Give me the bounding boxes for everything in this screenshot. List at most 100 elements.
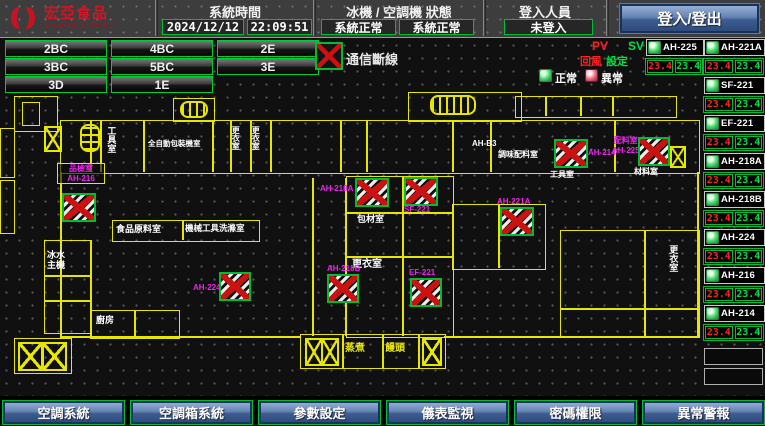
equip-ah-216[interactable]: AH-216 [704,267,765,284]
nav-button-param-setting[interactable]: 參數設定 [258,400,381,425]
room-label: 冰水主機 [47,250,69,271]
wall-segment [134,310,136,337]
unit-icon-ah-218a[interactable] [355,178,389,207]
hatch-x-icon [18,342,43,371]
equip-ef-221-values: 23.4 23.4 [703,134,764,151]
room-label: 工具室 [550,170,574,179]
ahu-status-value: 系統正常 [399,19,474,35]
equip-ah-218a[interactable]: AH-218A [704,153,765,170]
room-label: 更衣室 [251,126,260,166]
login-status-value: 未登入 [504,19,593,35]
equip-name: AH-221A [721,42,762,53]
hatch-x-icon [321,338,339,366]
status-lamp-icon [706,193,719,206]
floor-button-3e[interactable]: 3E [217,58,319,75]
room-label: 更衣室 [668,245,678,289]
nav-button-password-auth[interactable]: 密碼權限 [514,400,637,425]
wall-segment [143,120,145,172]
nav-button-alarm[interactable]: 異常警報 [642,400,765,425]
wall-segment [212,120,214,172]
unit-label-ah-218a: AH-218A [320,184,353,194]
room-label: 全自動包裝機室 [148,140,201,149]
room-label: 包材室 [357,214,384,224]
unit-icon-ef-221[interactable] [410,278,442,307]
floor-button-3d[interactable]: 3D [5,76,107,93]
unit-icon-ah-221a[interactable] [500,207,534,236]
status-lamp-icon [706,269,719,282]
equip-ah-214[interactable]: AH-214 [704,305,765,322]
logo-title: 宏亞食品 [44,6,117,21]
equip-name: AH-218A [721,156,762,167]
room-label: 食品原料室 [116,224,161,234]
sv-value: 23.4 [735,60,763,73]
equip-ah-221a[interactable]: AH-221A [704,39,765,56]
nav-button-ahu-system[interactable]: 空調箱系統 [130,400,253,425]
header-divider [313,0,314,36]
pv-value: 23.4 [705,60,733,73]
room-label: 蒸煮 [345,343,365,355]
nav-button-meter-monitor[interactable]: 儀表監視 [386,400,509,425]
unit-label-ah-218b: AH-218B [327,264,360,274]
unit-icon-ah-214[interactable] [554,139,588,168]
unit-icon-ah-216[interactable] [62,193,96,222]
normal-lamp-icon [539,69,552,82]
wall-segment [545,96,547,116]
pv-label: PV [592,39,608,53]
sv-value: 23.4 [735,98,763,111]
stairs-icon [180,101,208,118]
equip-ah-224[interactable]: AH-224 [704,229,765,246]
header-divider [483,0,484,36]
sv-value: 23.4 [735,326,763,339]
setpoint-label: 設定 [606,53,628,69]
hunya-logo-icon [8,4,38,32]
return-air-label: 回風 [580,53,602,69]
nav-button-ac-system[interactable]: 空調系統 [2,400,125,425]
empty-slot [704,368,763,385]
sv-label: SV [628,39,644,53]
room-label: 更衣室 [231,126,240,166]
floor-button-3bc[interactable]: 3BC [5,58,107,75]
equip-ah-224-values: 23.4 23.4 [703,248,764,265]
equip-ah-218b[interactable]: AH-218B [704,191,765,208]
pv-value: 23.4 [705,288,733,301]
floor-button-4bc[interactable]: 4BC [111,40,213,57]
unit-label-sf-221: SF-221 [404,205,430,215]
sv-value: 23.4 [735,174,763,187]
abnormal-lamp-icon [585,69,598,82]
unit-icon-sf-221[interactable] [404,177,438,206]
equip-ef-221[interactable]: EF-221 [704,115,765,132]
wall-segment [270,120,272,172]
unit-icon-ah-225[interactable] [638,137,670,166]
equip-ah-214-values: 23.4 23.4 [703,324,764,341]
login-logout-button[interactable]: 登入/登出 [619,3,760,34]
sv-value: 23.4 [735,250,763,263]
stairs-icon [430,95,476,115]
sv-value: 23.4 [675,60,701,73]
equip-sf-221-values: 23.4 23.4 [703,96,764,113]
wall-segment [44,275,90,277]
floor-button-5bc[interactable]: 5BC [111,58,213,75]
unit-icon-ah-218b[interactable] [327,274,359,303]
hatch-x-icon [422,338,442,366]
status-lamp-icon [648,41,661,54]
unit-label-ah-224: AH-224 [193,283,221,293]
unit-id: AH-216 [60,174,102,184]
equip-name: AH-214 [721,308,755,319]
equip-ah-225[interactable]: AH-225 [646,39,704,56]
unit-icon-ah-224[interactable] [219,272,251,301]
pv-value: 23.4 [705,98,733,111]
system-time-value: 22:09:51 [247,19,312,35]
top-bar: 宏亞食品 HUNYA FOODS 系統時間 2024/12/12 22:09:5… [0,0,765,38]
system-date-value: 2024/12/12 [162,19,244,35]
floor-button-2e[interactable]: 2E [217,40,319,57]
wall-segment [182,220,184,240]
floor-button-1e[interactable]: 1E [111,76,213,93]
unit-label-ah-225: 配料室 AH-225 [612,136,640,155]
hatch-x-icon [42,342,67,371]
equip-name: EF-221 [721,118,753,129]
equip-ah-221a-values: 23.4 23.4 [703,58,764,75]
room-label: AH-B3 [472,139,496,148]
floor-button-2bc[interactable]: 2BC [5,40,107,57]
equip-sf-221[interactable]: SF-221 [704,77,765,94]
wall-segment [452,120,454,172]
